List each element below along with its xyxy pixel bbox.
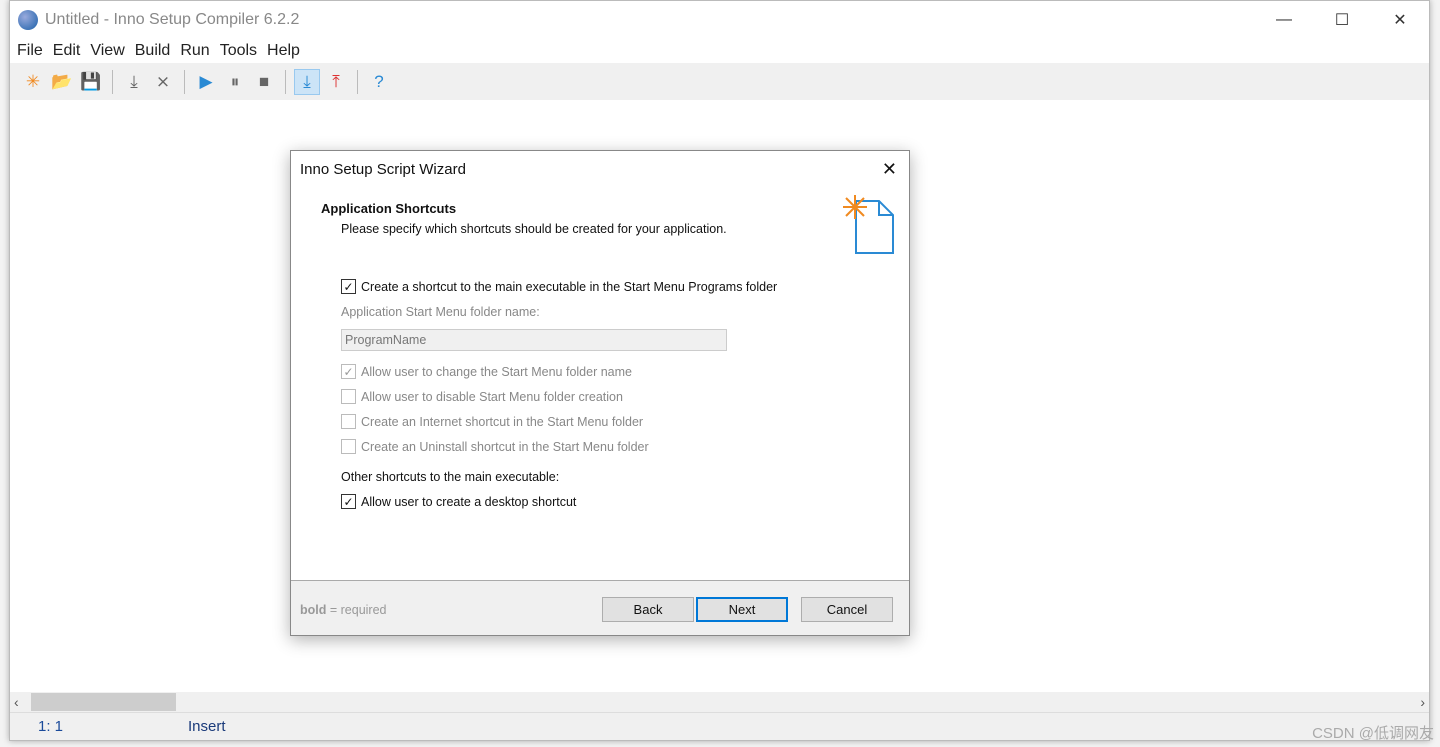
app-logo-icon (18, 10, 38, 30)
checkbox-label: Allow user to disable Start Menu folder … (361, 389, 623, 404)
horizontal-scrollbar[interactable]: ‹ › (10, 692, 1429, 712)
back-button[interactable]: Back (602, 597, 694, 622)
menu-help[interactable]: Help (262, 42, 305, 60)
window-title: Untitled - Inno Setup Compiler 6.2.2 (45, 11, 300, 28)
status-bar: 1: 1 Insert (10, 712, 1429, 740)
menu-file[interactable]: File (12, 42, 48, 60)
menu-view[interactable]: View (85, 42, 129, 60)
stop-compile-icon[interactable]: ⨯ (150, 69, 176, 95)
scroll-left-icon[interactable]: ‹ (14, 694, 19, 710)
toolbar-separator (112, 69, 113, 94)
toolbar-separator (285, 69, 286, 94)
page-heading: Application Shortcuts (321, 201, 457, 216)
shortcut-checkbox: Create an Uninstall shortcut in the Star… (341, 439, 649, 454)
shortcut-checkbox[interactable]: ✓ Allow user to create a desktop shortcut (341, 494, 576, 509)
shortcut-checkbox: Allow user to disable Start Menu folder … (341, 389, 623, 404)
checkbox-box (341, 414, 356, 429)
scroll-right-icon[interactable]: › (1420, 694, 1425, 710)
next-button[interactable]: Next (696, 597, 788, 622)
new-file-icon[interactable]: ✳ (20, 69, 46, 95)
pause-icon[interactable]: ⏸ (222, 69, 248, 95)
toolbar: ✳ 📂 💾 ⤓ ⨯ ▶ ⏸ ■ ⤓ ⤒? (10, 63, 1429, 100)
target-upload-icon[interactable]: ⤒ (323, 69, 349, 95)
checkbox-label: Create an Uninstall shortcut in the Star… (361, 439, 649, 454)
other-shortcuts-label: Other shortcuts to the main executable: (341, 470, 560, 484)
toolbar-separator (357, 69, 358, 94)
checkbox-label: Allow user to change the Start Menu fold… (361, 364, 632, 379)
compile-icon[interactable]: ⤓ (121, 69, 147, 95)
wizard-document-icon (843, 195, 894, 254)
cancel-button[interactable]: Cancel (801, 597, 893, 622)
toolbar-separator (184, 69, 185, 94)
minimize-button[interactable]: — (1255, 1, 1313, 39)
dialog-footer: bold = required Back Next Cancel (291, 580, 909, 635)
folder-name-input[interactable]: ProgramName (341, 329, 727, 351)
checkbox-box (341, 439, 356, 454)
dialog-close-icon[interactable]: ✕ (882, 159, 897, 180)
save-icon[interactable]: 💾 (78, 69, 104, 95)
checkbox-box[interactable]: ✓ (341, 494, 356, 509)
checkbox-box (341, 389, 356, 404)
required-legend: = required (326, 603, 387, 617)
menu-bar: File Edit View Build Run Tools Help (10, 39, 1429, 63)
watermark: CSDN @低调网友 (1312, 725, 1434, 742)
shortcut-checkbox[interactable]: ✓ Create a shortcut to the main executabl… (341, 279, 777, 294)
scroll-thumb[interactable] (31, 693, 176, 711)
shortcut-checkbox: ✓ Allow user to change the Start Menu fol… (341, 364, 632, 379)
page-subheading: Please specify which shortcuts should be… (341, 222, 727, 236)
dialog-title: Inno Setup Script Wizard (300, 160, 466, 178)
edit-mode: Insert (188, 718, 226, 735)
checkbox-label: Create an Internet shortcut in the Start… (361, 414, 644, 429)
help-icon[interactable]: ? (366, 69, 392, 95)
required-legend-bold: bold (300, 603, 327, 617)
menu-run[interactable]: Run (175, 42, 214, 60)
close-button[interactable]: ✕ (1371, 1, 1429, 39)
stop-icon[interactable]: ■ (251, 69, 277, 95)
folder-name-label: Application Start Menu folder name: (341, 305, 540, 319)
menu-edit[interactable]: Edit (48, 42, 86, 60)
shortcut-checkbox: Create an Internet shortcut in the Start… (341, 414, 643, 429)
run-icon[interactable]: ▶ (193, 69, 219, 95)
script-wizard-dialog: Inno Setup Script Wizard ✕ Application S… (290, 150, 910, 636)
title-bar: Untitled - Inno Setup Compiler 6.2.2 — ☐… (10, 1, 1429, 39)
menu-tools[interactable]: Tools (215, 42, 262, 60)
checkbox-box: ✓ (341, 364, 356, 379)
checkbox-box[interactable]: ✓ (341, 279, 356, 294)
target-download-icon[interactable]: ⤓ (294, 68, 320, 95)
cursor-position: 1: 1 (38, 718, 64, 735)
checkbox-label: Create a shortcut to the main executable… (361, 279, 778, 294)
menu-build[interactable]: Build (130, 42, 176, 60)
open-folder-icon[interactable]: 📂 (49, 69, 75, 95)
maximize-button[interactable]: ☐ (1313, 1, 1371, 39)
checkbox-label: Allow user to create a desktop shortcut (361, 494, 577, 509)
